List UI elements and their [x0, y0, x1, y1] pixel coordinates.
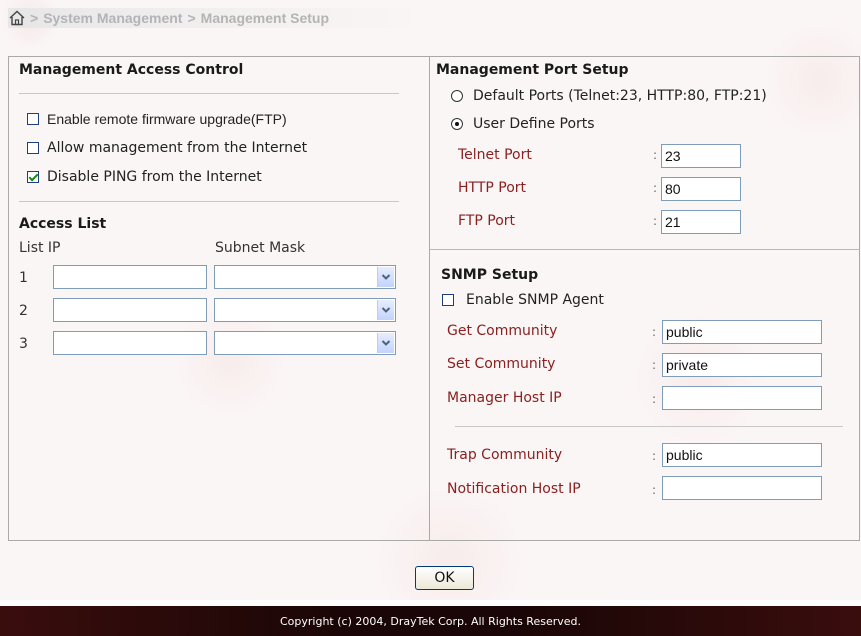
disable-ping-label: Disable PING from the Internet — [47, 169, 262, 185]
http-port-input[interactable] — [661, 177, 741, 201]
chevron-down-icon[interactable] — [377, 267, 394, 287]
allow-internet-mgmt-label: Allow management from the Internet — [47, 140, 308, 156]
telnet-port-label: Telnet Port — [458, 147, 532, 163]
colon-separator: : — [653, 148, 658, 162]
user-define-label: User Define Ports — [473, 116, 595, 132]
snmp-trap-rule — [455, 426, 843, 427]
breadcrumb: > System Management > Management Setup — [8, 8, 428, 28]
port-setup-heading: Management Port Setup — [436, 62, 629, 78]
manager-host-ip-input[interactable] — [662, 386, 822, 410]
colon-separator: : — [653, 214, 658, 228]
default-ports-radio[interactable] — [451, 90, 463, 102]
manager-host-ip-label: Manager Host IP — [447, 390, 562, 406]
access-list-row-number: 2 — [19, 303, 28, 319]
access-list-mask-select-3[interactable] — [214, 331, 396, 355]
enable-ftp-upgrade-option[interactable]: Enable remote firmware upgrade(FTP) — [27, 111, 287, 127]
access-list-ip-input-2[interactable] — [53, 298, 207, 322]
column-divider — [429, 56, 430, 541]
access-list-row-number: 3 — [19, 336, 28, 352]
get-community-label: Get Community — [447, 323, 558, 339]
access-list-mask-select-1[interactable] — [214, 265, 396, 289]
enable-snmp-agent-label: Enable SNMP Agent — [466, 292, 604, 308]
enable-ftp-upgrade-label: Enable remote firmware upgrade(FTP) — [47, 111, 287, 127]
telnet-port-input[interactable] — [661, 144, 741, 168]
access-control-rule — [19, 93, 399, 94]
access-list-rule — [19, 201, 399, 202]
access-list-ip-input-1[interactable] — [53, 265, 207, 289]
notification-host-ip-label: Notification Host IP — [447, 481, 581, 497]
chevron-down-icon[interactable] — [377, 300, 394, 320]
disable-ping-option[interactable]: Disable PING from the Internet — [27, 169, 262, 185]
get-community-input[interactable] — [662, 320, 822, 344]
user-define-radio[interactable] — [451, 118, 463, 130]
access-list-heading: Access List — [19, 216, 107, 232]
colon-separator: : — [652, 392, 657, 406]
enable-snmp-agent-option[interactable]: Enable SNMP Agent — [442, 292, 604, 308]
allow-internet-mgmt-checkbox[interactable] — [27, 142, 39, 154]
trap-community-label: Trap Community — [447, 447, 563, 463]
default-ports-label: Default Ports (Telnet:23, HTTP:80, FTP:2… — [473, 88, 767, 104]
footer: Copyright (c) 2004, DrayTek Corp. All Ri… — [0, 606, 861, 636]
ok-button[interactable]: OK — [415, 566, 474, 590]
access-control-heading: Management Access Control — [19, 62, 244, 78]
copyright-text: Copyright (c) 2004, DrayTek Corp. All Ri… — [279, 614, 582, 628]
trap-community-input[interactable] — [662, 443, 822, 467]
colon-separator: : — [653, 181, 658, 195]
enable-snmp-agent-checkbox[interactable] — [442, 294, 454, 306]
ftp-port-input[interactable] — [661, 210, 741, 234]
access-list-mask-select-2[interactable] — [214, 298, 396, 322]
set-community-input[interactable] — [662, 353, 822, 377]
access-list-ip-input-3[interactable] — [53, 331, 207, 355]
ftp-port-label: FTP Port — [458, 213, 516, 229]
default-ports-option[interactable]: Default Ports (Telnet:23, HTTP:80, FTP:2… — [451, 88, 767, 104]
colon-separator: : — [652, 449, 657, 463]
disable-ping-checkbox[interactable] — [27, 171, 39, 183]
snmp-setup-heading: SNMP Setup — [441, 267, 539, 283]
enable-ftp-upgrade-checkbox[interactable] — [27, 113, 39, 125]
home-icon[interactable] — [8, 9, 26, 27]
notification-host-ip-input[interactable] — [662, 476, 822, 500]
section-divider-right — [430, 249, 860, 250]
set-community-label: Set Community — [447, 356, 556, 372]
breadcrumb-item-management-setup: Management Setup — [200, 10, 330, 26]
subnet-mask-header: Subnet Mask — [215, 240, 306, 256]
colon-separator: : — [652, 358, 657, 372]
user-define-option[interactable]: User Define Ports — [451, 116, 595, 132]
access-list-row-number: 1 — [19, 270, 28, 286]
colon-separator: : — [652, 325, 657, 339]
breadcrumb-separator: > — [30, 10, 39, 26]
breadcrumb-item-system-management[interactable]: System Management — [43, 10, 182, 26]
http-port-label: HTTP Port — [458, 180, 527, 196]
breadcrumb-separator: > — [187, 10, 196, 26]
chevron-down-icon[interactable] — [377, 333, 394, 353]
colon-separator: : — [652, 483, 657, 497]
list-ip-header: List IP — [19, 240, 61, 256]
allow-internet-mgmt-option[interactable]: Allow management from the Internet — [27, 140, 307, 156]
